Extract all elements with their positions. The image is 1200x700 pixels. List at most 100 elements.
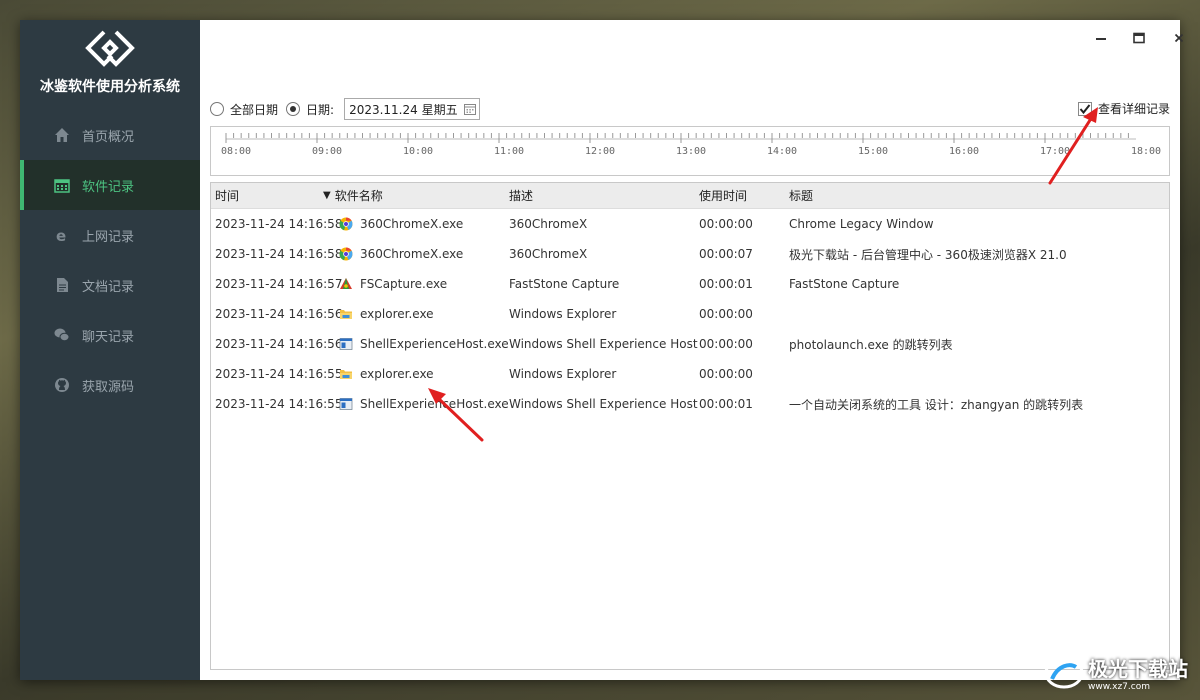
- ie-icon: e: [52, 225, 72, 245]
- maximize-button[interactable]: [1126, 28, 1152, 48]
- cell-desc: Windows Shell Experience Host: [509, 397, 698, 411]
- cell-desc: 360ChromeX: [509, 247, 588, 261]
- date-picker[interactable]: 2023.11.24 星期五: [344, 98, 481, 120]
- column-header-time[interactable]: 时间: [211, 187, 339, 204]
- sidebar-item-label: 获取源码: [82, 379, 135, 395]
- detail-checkbox[interactable]: [1077, 101, 1092, 116]
- chrome-icon: [339, 247, 353, 261]
- cell-name: 360ChromeX.exe: [339, 217, 509, 231]
- timeline-tick-label: 08:00: [221, 146, 251, 157]
- svg-text:e: e: [56, 227, 66, 243]
- cell-title: photolaunch.exe 的跳转列表: [789, 337, 953, 352]
- timeline-tick-label: 10:00: [403, 146, 433, 157]
- sidebar: 冰鉴软件使用分析系统 首页概况 软件记录 e 上网记录 文档记录 聊天记录 获取…: [20, 20, 200, 680]
- wechat-icon: [52, 325, 72, 345]
- check-icon: [1079, 103, 1091, 114]
- table-row[interactable]: 2023-11-24 14:16:57 FSCapture.exe FastSton…: [211, 269, 1169, 299]
- table-body: 2023-11-24 14:16:58 360ChromeX.exe 360Chro…: [211, 209, 1169, 419]
- cell-name: ShellExperienceHost.exe: [339, 337, 509, 351]
- app-logo-icon: [85, 30, 135, 67]
- timeline-tick-label: 17:00: [1040, 146, 1070, 157]
- timeline-tick-label: 13:00: [676, 146, 706, 157]
- sidebar-item-label: 聊天记录: [82, 329, 135, 345]
- table-row[interactable]: 2023-11-24 14:16:58 360ChromeX.exe 360Chro…: [211, 209, 1169, 239]
- date-label: 日期:: [306, 102, 335, 117]
- date-radio[interactable]: [286, 102, 301, 116]
- table-row[interactable]: 2023-11-24 14:16:55 explorer.exe Windows E…: [211, 359, 1169, 389]
- cell-name: FSCapture.exe: [339, 277, 509, 291]
- cell-time: 2023-11-24 14:16:56: [215, 337, 343, 351]
- column-header-name-label: 软件名称: [334, 189, 383, 203]
- cell-name-text: explorer.exe: [360, 307, 434, 321]
- cell-time: 2023-11-24 14:16:57: [215, 277, 343, 291]
- cell-duration: 00:00:01: [699, 397, 753, 411]
- cell-name: explorer.exe: [339, 307, 509, 321]
- column-header-name[interactable]: ▼ 软件名称: [323, 187, 509, 204]
- sort-desc-icon: ▼: [323, 190, 331, 201]
- cell-duration: 00:00:00: [699, 337, 753, 351]
- table-row[interactable]: 2023-11-24 14:16:55 ShellExperienceHost.e…: [211, 389, 1169, 419]
- watermark-text: 极光下载站: [1088, 657, 1188, 681]
- cell-time: 2023-11-24 14:16:56: [215, 307, 343, 321]
- table-row[interactable]: 2023-11-24 14:16:58 360ChromeX.exe 360Chro…: [211, 239, 1169, 269]
- sidebar-item-label: 软件记录: [82, 179, 135, 195]
- sidebar-item-documents[interactable]: 文档记录: [20, 260, 200, 310]
- cell-duration: 00:00:00: [699, 217, 753, 231]
- cell-time: 2023-11-24 14:16:55: [215, 367, 343, 381]
- window-icon: [339, 398, 353, 410]
- cell-duration: 00:00:07: [699, 247, 753, 261]
- document-icon: [52, 275, 72, 295]
- timeline-tick-label: 16:00: [949, 146, 979, 157]
- column-header-desc[interactable]: 描述: [509, 187, 699, 204]
- cell-name-text: ShellExperienceHost.exe: [360, 397, 509, 411]
- timeline-tick-label: 09:00: [312, 146, 342, 157]
- timeline-tick-label: 11:00: [494, 146, 524, 157]
- watermark-logo-icon: [1044, 657, 1084, 688]
- sidebar-item-chat[interactable]: 聊天记录: [20, 310, 200, 360]
- timeline[interactable]: 08:00 09:00 10:00 11:00 12:00 13:00 14:00 15:00…: [210, 126, 1170, 176]
- timeline-tick-label: 14:00: [767, 146, 797, 157]
- sidebar-item-software[interactable]: 软件记录: [20, 160, 200, 210]
- cell-title: 一个自动关闭系统的工具 设计：zhangyan 的跳转列表: [789, 397, 1084, 412]
- table-row[interactable]: 2023-11-24 14:16:56 ShellExperienceHost.e…: [211, 329, 1169, 359]
- folder-icon: [340, 370, 352, 379]
- cell-name: 360ChromeX.exe: [339, 247, 509, 261]
- cell-name-text: ShellExperienceHost.exe: [360, 337, 509, 351]
- sidebar-item-source[interactable]: 获取源码: [20, 360, 200, 410]
- app-title: 冰鉴软件使用分析系统: [40, 79, 180, 95]
- sidebar-item-home[interactable]: 首页概况: [20, 110, 200, 160]
- sidebar-item-web[interactable]: e 上网记录: [20, 210, 200, 260]
- calendar-icon: [52, 175, 72, 195]
- timeline-tick-label: 12:00: [585, 146, 615, 157]
- cell-title: 极光下载站 - 后台管理中心 - 360极速浏览器X 21.0: [789, 247, 1067, 262]
- all-dates-label: 全部日期: [230, 102, 279, 117]
- detail-records-toggle[interactable]: 查看详细记录: [1077, 100, 1170, 117]
- cell-name-text: 360ChromeX.exe: [360, 217, 464, 231]
- cell-desc: Windows Explorer: [509, 367, 617, 381]
- watermark: 极光下载站 www.xz7.com: [1044, 653, 1188, 692]
- cell-name-text: 360ChromeX.exe: [360, 247, 464, 261]
- faststone-icon: [340, 278, 352, 289]
- sidebar-item-label: 首页概况: [82, 129, 135, 145]
- cell-duration: 00:00:00: [699, 367, 753, 381]
- calendar-picker-icon[interactable]: [463, 102, 477, 116]
- table-row[interactable]: 2023-11-24 14:16:56 explorer.exe Windows E…: [211, 299, 1169, 329]
- date-filter: 全部日期 日期: 2023.11.24 星期五: [210, 98, 481, 120]
- window-icon: [339, 338, 353, 350]
- home-icon: [52, 125, 72, 145]
- close-button[interactable]: [1166, 28, 1192, 48]
- all-dates-radio[interactable]: [210, 102, 224, 116]
- cell-time: 2023-11-24 14:16:58: [215, 217, 343, 231]
- cell-title: Chrome Legacy Window: [789, 217, 934, 231]
- cell-name: ShellExperienceHost.exe: [339, 397, 509, 411]
- timeline-ruler: 08:00 09:00 10:00 11:00 12:00 13:00 14:00 15:00…: [221, 133, 1161, 157]
- github-icon: [52, 375, 72, 395]
- column-header-title[interactable]: 标题: [789, 187, 1169, 204]
- minimize-button[interactable]: [1088, 28, 1114, 48]
- cell-name-text: explorer.exe: [360, 367, 434, 381]
- column-header-duration[interactable]: 使用时间: [699, 187, 789, 204]
- sidebar-item-label: 上网记录: [82, 229, 135, 245]
- close-icon: [1174, 33, 1184, 43]
- timeline-tick-label: 15:00: [858, 146, 888, 157]
- cell-desc: Windows Explorer: [509, 307, 617, 321]
